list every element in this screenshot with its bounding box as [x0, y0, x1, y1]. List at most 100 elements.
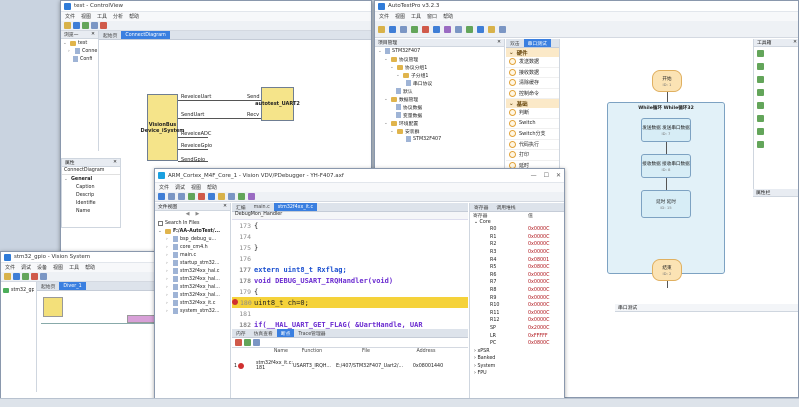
menu-file[interactable]: 文件 [159, 184, 169, 191]
tree-item-config[interactable]: Confi [63, 55, 98, 63]
flow-send-node[interactable]: 发送数据 发送串口数据 ID: 7 [641, 118, 691, 142]
tree-item[interactable]: ⌄ 子分组1 [378, 71, 504, 79]
register-row[interactable]: R3 0x0000C [470, 250, 564, 258]
settings-icon[interactable] [40, 273, 47, 280]
menu-item[interactable]: 调试 [21, 264, 31, 271]
tree-item[interactable]: stm32_gp [3, 286, 34, 294]
table-icon[interactable] [455, 25, 462, 33]
file-item[interactable]: › stm32f4xx_hal... [158, 291, 230, 299]
file-item[interactable]: › bsp_debug_u... [158, 235, 230, 243]
menu-window[interactable]: 窗口 [427, 13, 437, 20]
tree-item[interactable]: ⌄ 协议分组1 [378, 63, 504, 71]
stop-icon[interactable] [100, 22, 107, 29]
tab-trace[interactable]: Trace管理器 [294, 329, 329, 337]
file-item[interactable]: › system_stm32... [158, 307, 230, 315]
stop-icon[interactable] [422, 25, 429, 33]
menu-item[interactable]: 帮助 [85, 264, 95, 271]
stop-icon[interactable] [31, 273, 38, 280]
save-icon[interactable] [158, 193, 165, 200]
section-hardware[interactable]: ⌄ 硬件 [506, 48, 559, 57]
register-group[interactable]: ⌄ Core [470, 220, 564, 228]
register-row[interactable]: R12 0x0000C [470, 318, 564, 326]
tree-item[interactable]: 协议数据 [378, 103, 504, 111]
open-icon[interactable] [389, 25, 396, 33]
paste-icon[interactable] [178, 193, 185, 200]
tab-double-click[interactable]: 双击 [506, 39, 524, 47]
function-selector[interactable]: DebugMon_Handler [232, 212, 468, 220]
add-icon[interactable] [466, 25, 473, 33]
register-row[interactable]: R11 0x0000C [470, 311, 564, 319]
file-item[interactable]: › stm32f4xx_hal.c [158, 267, 230, 275]
settings-icon[interactable] [91, 22, 98, 29]
register-row[interactable]: R1 0x0000C [470, 235, 564, 243]
menu-view[interactable]: 视图 [395, 13, 405, 20]
tree-item[interactable]: ⌄ 协议管理 [378, 55, 504, 63]
close-icon[interactable]: ✕ [497, 40, 501, 45]
run-icon[interactable] [188, 193, 195, 200]
menu-view[interactable]: 视图 [81, 13, 91, 20]
control-print[interactable]: 打印 [506, 150, 559, 161]
tool-icon[interactable] [757, 76, 764, 83]
register-row[interactable]: R5 0x0800C [470, 265, 564, 273]
register-row[interactable]: R0 0x0000C [470, 227, 564, 235]
stop-icon[interactable] [198, 193, 205, 200]
flow-end-node[interactable]: 结束 ID: 2 [652, 259, 682, 281]
control-switch-branch[interactable]: Switch分支 [506, 129, 559, 140]
settings-icon[interactable] [477, 25, 484, 33]
control-send-data[interactable]: 发送数据 [506, 57, 559, 68]
tab-stm32f4xx-it[interactable]: stm32f4xx_it.c [273, 203, 318, 211]
property-group[interactable]: ⌄ General [64, 175, 120, 183]
register-row[interactable]: R4 0x08001 [470, 258, 564, 266]
close-icon[interactable]: ✕ [91, 32, 95, 37]
register-row[interactable]: R2 0x0000C [470, 242, 564, 250]
tab-connect-diagram[interactable]: ConnectDiagram [121, 31, 170, 39]
tab-memory[interactable]: 内存 [232, 329, 250, 337]
breakpoint-icon[interactable] [218, 193, 225, 200]
file-item[interactable]: › stm32f4xx_hal... [158, 275, 230, 283]
autotest-uart2-block[interactable]: autotest_UART2 [255, 87, 300, 121]
open-icon[interactable] [64, 22, 71, 29]
save-icon[interactable] [13, 273, 20, 280]
tree-item[interactable]: ⌄ 环境配置 [378, 119, 504, 127]
close-icon[interactable]: ✕ [113, 160, 117, 165]
tree-item[interactable]: 变量数据 [378, 111, 504, 119]
control-clear-cache[interactable]: 清除缓存 [506, 78, 559, 89]
menu-item[interactable]: 设备 [37, 264, 47, 271]
control-switch[interactable]: Switch [506, 119, 559, 129]
property-row[interactable]: Identifie [64, 199, 120, 207]
enable-icon[interactable] [244, 339, 251, 346]
control-code-exec[interactable]: 代码执行 [506, 140, 559, 150]
tool-icon[interactable] [757, 50, 764, 57]
menu-help[interactable]: 帮助 [443, 13, 453, 20]
file-item[interactable]: › core_cm4.h [158, 243, 230, 251]
control-command[interactable]: 控制命令 [506, 89, 559, 99]
tab-registers[interactable]: 寄存器 [470, 203, 492, 211]
register-row[interactable]: LR 0xFFFFF [470, 334, 564, 342]
tab-start[interactable]: 起始页 [99, 31, 121, 39]
menu-item[interactable]: 视图 [53, 264, 63, 271]
tab-main-c[interactable]: main.c [250, 203, 274, 211]
menu-item[interactable]: 文件 [5, 264, 15, 271]
project-root[interactable]: ⌄ F:/AA-AutoTest/... [158, 227, 230, 235]
checkbox[interactable] [158, 220, 163, 226]
section-basic[interactable]: ⌄ 基础 [506, 99, 559, 108]
tree-item[interactable]: ⌄ 数据管理 [378, 95, 504, 103]
minimize-icon[interactable]: — [531, 172, 537, 179]
file-item[interactable]: › main.c [158, 251, 230, 259]
debug-icon[interactable] [433, 25, 440, 33]
reset-icon[interactable] [228, 193, 235, 200]
tree-item[interactable]: STM32F407 [378, 135, 504, 143]
delete-icon[interactable] [235, 339, 242, 346]
menu-analyze[interactable]: 分析 [113, 13, 123, 20]
close-icon[interactable]: ✕ [556, 172, 561, 179]
tool-icon[interactable] [757, 141, 764, 148]
tool-icon[interactable] [757, 89, 764, 96]
tree-item[interactable]: 串口协议 [378, 79, 504, 87]
help-icon[interactable] [499, 25, 506, 33]
code-editor[interactable]: 173{ 174 175} 176 177 extern uint8_t Rxfl… [232, 220, 468, 330]
tab-driver[interactable]: Diver_1 [59, 282, 86, 290]
breakpoint-icon[interactable] [232, 298, 238, 305]
save-icon[interactable] [73, 22, 80, 29]
control-judge[interactable]: 判断 [506, 108, 559, 119]
tree-item[interactable]: 默认 [378, 87, 504, 95]
